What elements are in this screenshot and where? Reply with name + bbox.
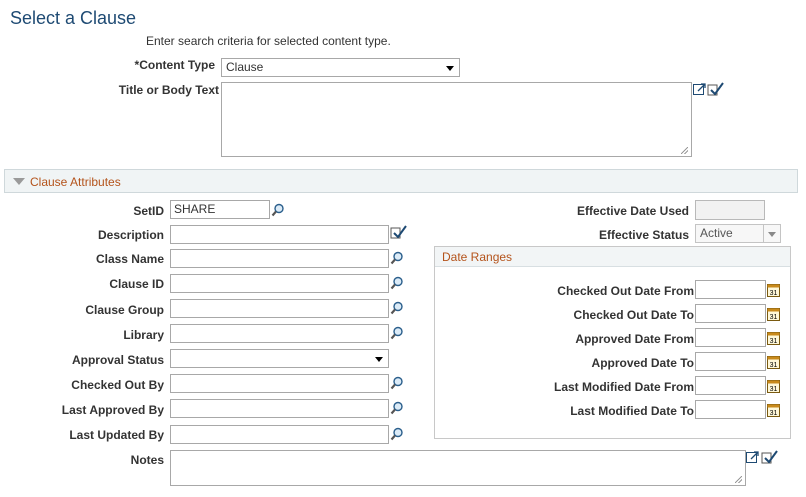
description-input[interactable] <box>170 225 389 244</box>
class-name-label: Class Name <box>95 252 164 266</box>
checked-out-by-lookup-icon[interactable] <box>390 376 404 390</box>
calendar-icon[interactable]: 31 <box>767 403 780 417</box>
last-modified-date-from-label: Last Modified Date From <box>553 380 694 394</box>
last-approved-by-lookup-icon[interactable] <box>390 401 404 415</box>
resize-grip-icon[interactable] <box>735 476 742 483</box>
approved-date-from-input[interactable] <box>695 328 766 347</box>
calendar-icon[interactable]: 31 <box>767 283 780 297</box>
clause-attributes-section-header[interactable]: Clause Attributes <box>4 169 798 193</box>
effective-date-used-label: Effective Date Used <box>576 204 689 218</box>
chevron-down-icon <box>446 66 454 71</box>
approval-status-label: Approval Status <box>71 353 164 367</box>
checked-out-date-from-input[interactable] <box>695 280 766 299</box>
spellcheck-icon[interactable] <box>707 81 725 97</box>
date-ranges-header: Date Ranges <box>435 247 790 267</box>
approved-date-to-input[interactable] <box>695 352 766 371</box>
notes-spellcheck-icon[interactable] <box>761 449 779 465</box>
notes-textarea[interactable] <box>170 450 746 486</box>
svg-text:31: 31 <box>770 410 778 417</box>
clause-group-lookup-icon[interactable] <box>390 301 404 315</box>
svg-text:31: 31 <box>770 290 778 297</box>
last-approved-by-input[interactable] <box>170 399 389 418</box>
clause-group-input[interactable] <box>170 299 389 318</box>
approved-date-to-label: Approved Date To <box>591 356 694 370</box>
chevron-down-icon <box>375 357 383 362</box>
notes-label: Notes <box>130 453 164 467</box>
last-modified-date-to-label: Last Modified Date To <box>570 404 694 418</box>
effective-status-value: Active <box>700 226 733 240</box>
last-approved-by-label: Last Approved By <box>61 403 164 417</box>
library-input[interactable] <box>170 324 389 343</box>
description-label: Description <box>97 228 164 242</box>
expand-field-icon[interactable] <box>693 82 707 96</box>
last-updated-by-lookup-icon[interactable] <box>390 427 404 441</box>
effective-status-label: Effective Status <box>598 228 689 242</box>
checked-out-date-from-label: Checked Out Date From <box>557 284 694 298</box>
clause-id-lookup-icon[interactable] <box>390 276 404 290</box>
last-modified-date-to-input[interactable] <box>695 400 766 419</box>
title-body-label: Title or Body Text <box>118 83 219 97</box>
calendar-icon[interactable]: 31 <box>767 307 780 321</box>
checked-out-by-label: Checked Out By <box>71 378 164 392</box>
chevron-down-icon <box>763 225 780 242</box>
approved-date-from-label: Approved Date From <box>575 332 694 346</box>
class-name-lookup-icon[interactable] <box>390 251 404 265</box>
setid-lookup-icon[interactable] <box>271 203 285 217</box>
title-body-textarea[interactable] <box>221 82 692 157</box>
calendar-icon[interactable]: 31 <box>767 379 780 393</box>
page-instructions: Enter search criteria for selected conte… <box>146 34 391 48</box>
svg-text:31: 31 <box>770 314 778 321</box>
calendar-icon[interactable]: 31 <box>767 355 780 369</box>
setid-input[interactable]: SHARE <box>170 200 270 219</box>
clause-attributes-title: Clause Attributes <box>30 175 121 189</box>
date-ranges-title: Date Ranges <box>442 250 513 264</box>
last-updated-by-input[interactable] <box>170 425 389 444</box>
clause-id-input[interactable] <box>170 274 389 293</box>
description-spellcheck-icon[interactable] <box>390 224 408 240</box>
resize-grip-icon[interactable] <box>681 147 688 154</box>
checked-out-date-to-label: Checked Out Date To <box>573 308 694 322</box>
content-type-select[interactable]: Clause <box>221 58 460 77</box>
setid-label: SetID <box>133 204 164 218</box>
effective-status-select: Active <box>695 224 781 243</box>
clause-group-label: Clause Group <box>85 303 164 317</box>
content-type-label: *Content Type <box>134 58 215 72</box>
collapse-triangle-icon[interactable] <box>13 178 25 185</box>
svg-text:31: 31 <box>770 338 778 345</box>
content-type-value: Clause <box>226 60 264 74</box>
page-title: Select a Clause <box>10 8 137 28</box>
library-label: Library <box>123 328 164 342</box>
checked-out-date-to-input[interactable] <box>695 304 766 323</box>
checked-out-by-input[interactable] <box>170 374 389 393</box>
effective-date-used-field <box>695 200 765 220</box>
clause-id-label: Clause ID <box>109 277 164 291</box>
svg-text:31: 31 <box>770 386 778 393</box>
library-lookup-icon[interactable] <box>390 326 404 340</box>
notes-expand-icon[interactable] <box>746 450 760 464</box>
calendar-icon[interactable]: 31 <box>767 331 780 345</box>
last-updated-by-label: Last Updated By <box>69 428 164 442</box>
approval-status-select[interactable] <box>170 349 389 368</box>
svg-text:31: 31 <box>770 362 778 369</box>
last-modified-date-from-input[interactable] <box>695 376 766 395</box>
class-name-input[interactable] <box>170 249 389 268</box>
